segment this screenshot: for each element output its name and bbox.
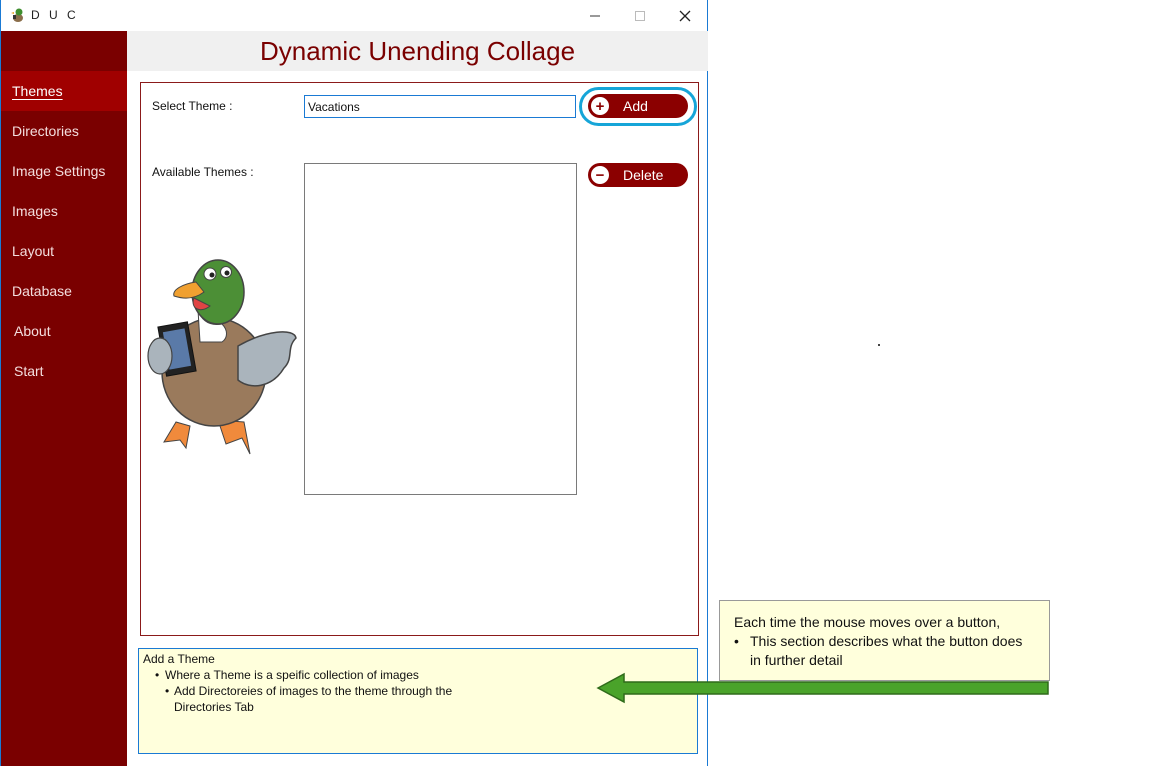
page-title: Dynamic Unending Collage — [127, 31, 708, 71]
callout-bullet-line-1: This section describes what the button d… — [750, 633, 1023, 649]
minimize-icon — [590, 15, 600, 16]
sidebar-item-label: Images — [12, 203, 58, 219]
available-themes-list[interactable] — [304, 163, 577, 495]
close-button[interactable] — [662, 0, 708, 31]
annotation-callout: Each time the mouse moves over a button,… — [719, 600, 1050, 681]
stray-dot — [878, 344, 880, 346]
add-theme-button[interactable]: + Add — [588, 94, 688, 118]
available-themes-label: Available Themes : — [152, 165, 254, 179]
sidebar-item-label: Image Settings — [12, 163, 106, 179]
callout-bullet-marker: • — [734, 633, 739, 649]
description-bullet-1: Where a Theme is a speific collection of… — [165, 668, 419, 682]
minimize-button[interactable] — [572, 0, 618, 31]
select-theme-label: Select Theme : — [152, 99, 233, 113]
description-title: Add a Theme — [143, 652, 215, 666]
theme-name-input[interactable] — [304, 95, 576, 118]
callout-bullet-line-2: in further detail — [750, 652, 843, 668]
plus-circle-icon: + — [591, 97, 609, 115]
sidebar-item-about[interactable]: About — [1, 311, 127, 351]
sidebar-item-images[interactable]: Images — [1, 191, 127, 231]
sidebar: Themes Directories Image Settings Images… — [1, 31, 127, 766]
sidebar-item-directories[interactable]: Directories — [1, 111, 127, 151]
delete-theme-button[interactable]: − Delete — [588, 163, 688, 187]
annotation-arrow — [596, 672, 1049, 704]
close-icon — [679, 10, 691, 21]
callout-text: Each time the mouse moves over a button, — [734, 614, 1001, 630]
sidebar-item-start[interactable]: Start — [1, 351, 127, 391]
duck-icon — [11, 8, 23, 22]
description-bullet-2-line-2: Directories Tab — [174, 700, 254, 714]
window-title: D U C — [31, 8, 79, 22]
delete-button-label: Delete — [623, 167, 664, 183]
sidebar-item-themes[interactable]: Themes — [1, 71, 127, 111]
maximize-icon — [635, 10, 645, 21]
sidebar-item-label: Layout — [12, 243, 55, 259]
sidebar-item-layout[interactable]: Layout — [1, 231, 127, 271]
sidebar-item-label: Database — [12, 283, 72, 299]
sidebar-item-label: Start — [14, 363, 44, 379]
sidebar-item-image-settings[interactable]: Image Settings — [1, 151, 127, 191]
description-bullet-marker: • — [165, 684, 170, 698]
add-button-label: Add — [623, 98, 648, 114]
description-bullet-2-line-1: Add Directoreies of images to the theme … — [174, 684, 453, 698]
sidebar-item-label: Directories — [12, 123, 79, 139]
maximize-button[interactable] — [617, 0, 663, 31]
duck-mascot-image — [147, 259, 297, 455]
description-bullet-marker: • — [155, 668, 160, 682]
sidebar-item-label: Themes — [12, 83, 63, 99]
title-bar: D U C — [1, 0, 707, 31]
sidebar-item-label: About — [14, 323, 51, 339]
sidebar-item-database[interactable]: Database — [1, 271, 127, 311]
minus-circle-icon: − — [591, 166, 609, 184]
